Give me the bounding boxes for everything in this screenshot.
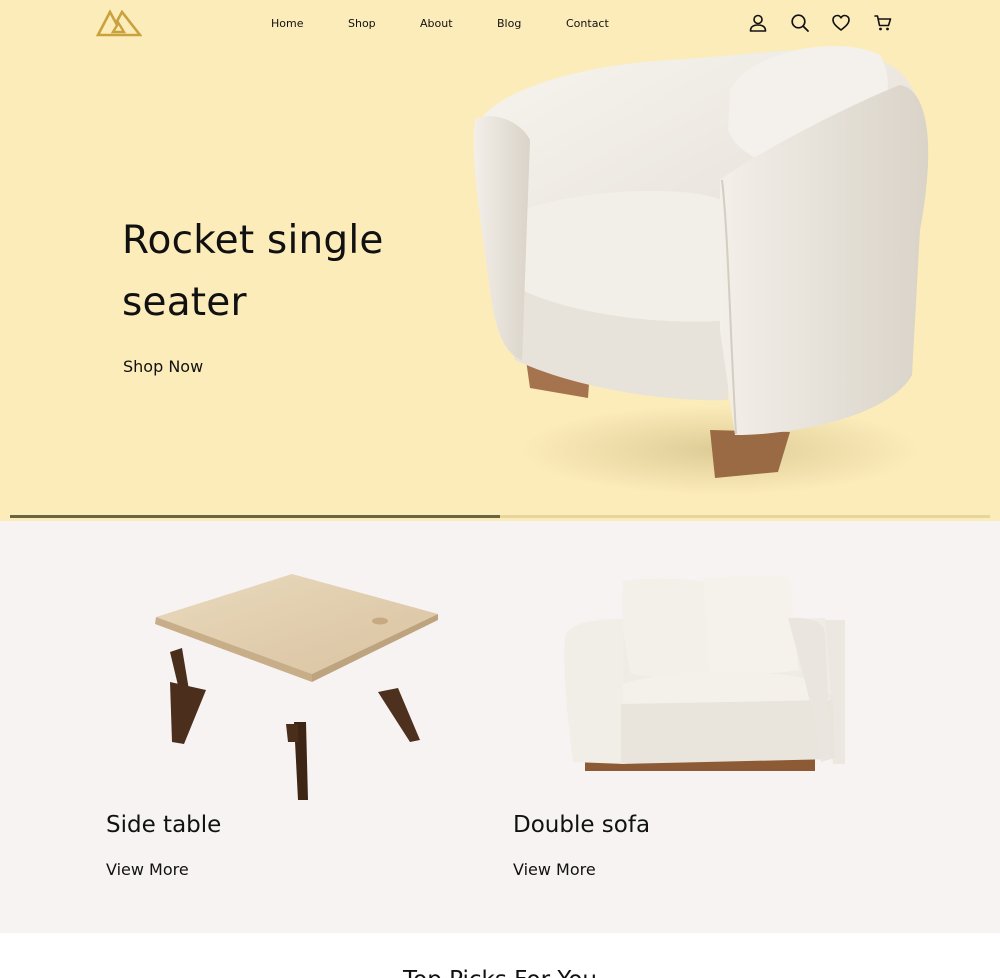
category-title-side-table: Side table (106, 812, 222, 838)
slider-progress-bar[interactable] (10, 515, 990, 518)
armchair-image (473, 46, 929, 495)
double-sofa-image (564, 575, 845, 771)
nav-home[interactable]: Home (271, 17, 303, 30)
hero-title: Rocket single seater (122, 218, 384, 325)
slider-progress-fill (10, 515, 500, 518)
hero-section: Home Shop About Blog Contact Rocket sing… (0, 0, 1000, 521)
nav-about[interactable]: About (420, 17, 453, 30)
shop-now-link[interactable]: Shop Now (123, 357, 203, 376)
side-table-image (155, 574, 438, 800)
nav-contact[interactable]: Contact (566, 17, 609, 30)
nav-shop[interactable]: Shop (348, 17, 376, 30)
category-title-double-sofa: Double sofa (513, 812, 651, 838)
view-more-double-sofa[interactable]: View More (513, 860, 596, 879)
top-picks-section: Top Picks For You (0, 933, 1000, 978)
view-more-side-table[interactable]: View More (106, 860, 189, 879)
category-section: Side table View More Double sofa View Mo… (0, 521, 1000, 933)
nav-blog[interactable]: Blog (497, 17, 521, 30)
top-picks-title: Top Picks For You (0, 967, 1000, 978)
